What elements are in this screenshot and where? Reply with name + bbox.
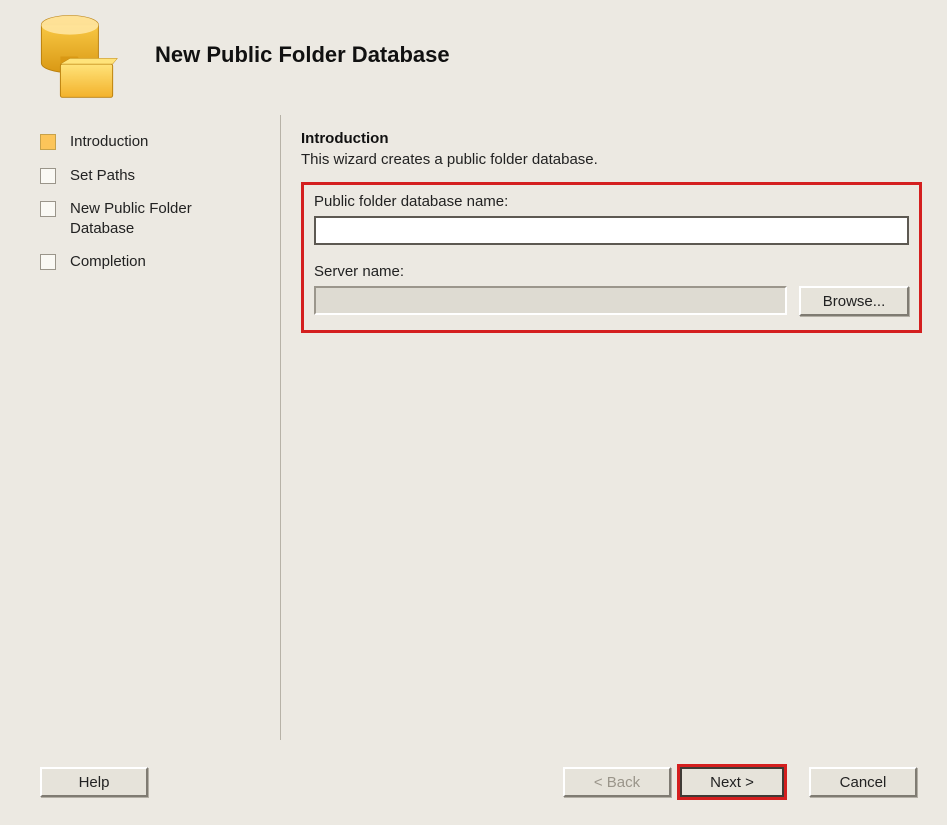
step-new-public-folder-database: New Public Folder Database: [40, 199, 280, 238]
database-folder-icon: [30, 8, 125, 103]
help-button[interactable]: Help: [40, 767, 148, 797]
back-button[interactable]: < Back: [563, 767, 671, 797]
main-panel: Introduction This wizard creates a publi…: [281, 110, 947, 750]
sidebar: Introduction Set Paths New Public Folder…: [0, 110, 280, 750]
section-title: Introduction: [301, 130, 922, 147]
body: Introduction Set Paths New Public Folder…: [0, 110, 947, 750]
step-label: Set Paths: [70, 166, 135, 186]
step-completion: Completion: [40, 252, 280, 272]
dialog-title: New Public Folder Database: [155, 42, 450, 68]
step-indicator-icon: [40, 201, 56, 217]
browse-button[interactable]: Browse...: [799, 286, 909, 316]
next-highlight: Next >: [677, 764, 787, 800]
db-name-input[interactable]: [314, 216, 909, 245]
step-indicator-icon: [40, 254, 56, 270]
step-introduction: Introduction: [40, 132, 280, 152]
wizard-dialog: New Public Folder Database Introduction …: [0, 0, 947, 825]
footer: Help < Back Next > Cancel: [0, 764, 947, 800]
header: New Public Folder Database: [0, 0, 947, 110]
step-label: Introduction: [70, 132, 148, 152]
db-name-label: Public folder database name:: [314, 193, 909, 210]
cancel-button[interactable]: Cancel: [809, 767, 917, 797]
step-indicator-icon: [40, 134, 56, 150]
next-button[interactable]: Next >: [680, 767, 784, 797]
highlighted-fields: Public folder database name: Server name…: [301, 182, 922, 333]
server-row: Browse...: [314, 286, 909, 316]
server-name-label: Server name:: [314, 263, 909, 280]
step-set-paths: Set Paths: [40, 166, 280, 186]
section-description: This wizard creates a public folder data…: [301, 151, 922, 168]
server-name-input[interactable]: [314, 286, 787, 315]
step-label: Completion: [70, 252, 146, 272]
step-indicator-icon: [40, 168, 56, 184]
step-label: New Public Folder Database: [70, 199, 230, 238]
